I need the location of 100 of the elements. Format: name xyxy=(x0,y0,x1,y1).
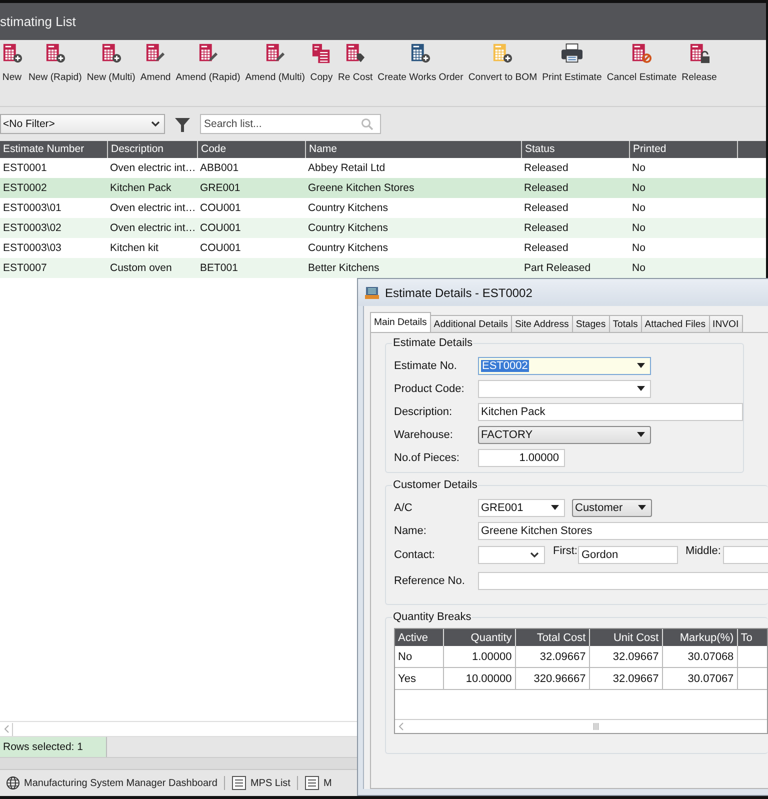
table-cell-text: Kitchen kit xyxy=(109,242,160,254)
table-cell: 32.09667 xyxy=(590,646,663,667)
table-row[interactable]: EST0003\03 Kitchen kit COU001 Country Kitchens Released No xyxy=(0,238,766,258)
taskbar-tab[interactable]: MPS List xyxy=(232,776,298,790)
table-cell: 320.96667 xyxy=(516,668,590,689)
taskbar-tab[interactable]: Manufacturing System Manager Dashboard xyxy=(6,776,226,790)
table-cell-text: Released xyxy=(523,242,570,254)
table-row[interactable]: EST0007 Custom oven BET001 Better Kitchens Part Released No xyxy=(0,258,766,278)
table-cell-text: Oven electric int… xyxy=(109,202,197,214)
dialog-title: Estimate Details - EST0002 xyxy=(385,286,532,300)
combo-box[interactable] xyxy=(478,546,545,564)
tab[interactable]: INVOI xyxy=(708,315,743,332)
table-cell: Yes xyxy=(395,668,444,689)
table-row[interactable]: EST0003\02 Oven electric int… COU001 Country Kitchens Released No xyxy=(0,218,766,238)
table-cell-text: GRE001 xyxy=(199,182,242,194)
toolbar-button[interactable]: Print Estimate xyxy=(540,40,604,83)
sheet-pencil-icon xyxy=(196,43,220,64)
table-row[interactable]: EST0003\01 Oven electric int… COU001 Country Kitchens Released No xyxy=(0,198,766,218)
input-field[interactable] xyxy=(722,546,768,564)
tab[interactable]: Stages xyxy=(572,315,610,332)
table-cell: No xyxy=(395,646,444,667)
table-cell-text: COU001 xyxy=(199,222,242,234)
scroll-left-icon[interactable] xyxy=(4,725,8,733)
input-field[interactable]: 1.00000 xyxy=(478,448,565,466)
toolbar-button[interactable]: Amend xyxy=(138,40,174,83)
field-label: First: xyxy=(553,545,578,557)
toolbar-button[interactable]: Create Works Order xyxy=(375,40,466,83)
table-row[interactable]: EST0001 Oven electric int… ABB001 Abbey Retail Ltd Released No xyxy=(0,158,766,178)
dropdown[interactable]: FACTORY xyxy=(478,426,651,444)
toolbar-button[interactable]: New (Rapid) xyxy=(26,40,84,83)
sheet-plus-icon xyxy=(408,43,432,64)
field-label: Contact: xyxy=(394,548,436,560)
column-header[interactable]: Code xyxy=(197,141,305,158)
tab[interactable]: Totals xyxy=(608,315,642,332)
column-header[interactable]: Total Cost xyxy=(516,629,590,646)
table-cell-text: Released xyxy=(523,222,570,234)
sheet-plus-icon xyxy=(491,43,514,64)
combo-box[interactable]: EST0002 xyxy=(478,356,651,374)
chevron-icon xyxy=(530,552,539,558)
column-header[interactable]: Printed xyxy=(629,141,737,158)
table-cell-text: EST0007 xyxy=(2,262,48,274)
filter-icon[interactable] xyxy=(175,116,190,132)
table-cell-text: Kitchen Pack xyxy=(109,182,172,194)
table-cell-text: EST0002 xyxy=(2,182,48,194)
table-cell-text: EST0001 xyxy=(2,162,48,174)
toolbar-button[interactable]: Re Cost xyxy=(336,40,376,83)
window-icon xyxy=(365,286,379,300)
column-header[interactable]: Description xyxy=(107,141,197,158)
toolbar-button[interactable]: New (Multi) xyxy=(84,40,138,83)
toolbar-button[interactable]: Amend (Multi) xyxy=(242,40,308,83)
column-header[interactable]: Name xyxy=(305,141,521,158)
table-cell: 10.00000 xyxy=(444,668,516,689)
tab[interactable]: Main Details xyxy=(370,312,431,332)
dropdown[interactable]: Customer xyxy=(572,498,652,516)
combo-box[interactable]: GRE001 xyxy=(478,498,565,516)
toolbar-button[interactable]: Release xyxy=(679,40,720,83)
filter-dropdown[interactable]: <No Filter> xyxy=(0,114,165,134)
field-label: Name: xyxy=(394,524,428,536)
toolbar-button[interactable]: Copy xyxy=(308,40,336,83)
table-cell-text: EST0003\01 xyxy=(2,202,62,214)
toolbar-button[interactable]: New xyxy=(0,40,26,83)
toolbar-button[interactable]: Amend (Rapid) xyxy=(173,40,243,83)
table-cell-text: Released xyxy=(523,202,570,214)
column-header[interactable]: Quantity xyxy=(444,629,516,646)
combo-box[interactable] xyxy=(478,380,651,398)
tab[interactable]: Attached Files xyxy=(640,315,710,332)
input-field[interactable]: Kitchen Pack xyxy=(478,402,743,420)
table-cell-text: No xyxy=(631,162,646,174)
column-header[interactable]: Active xyxy=(395,629,444,646)
input-field[interactable]: Gordon xyxy=(578,546,678,564)
table-cell-text: Released xyxy=(523,182,570,194)
sheet-plus-icon xyxy=(0,43,24,64)
tab[interactable]: Site Address xyxy=(510,315,573,332)
column-header[interactable]: Markup(%) xyxy=(662,629,738,646)
tab[interactable]: Additional Details xyxy=(430,315,512,332)
input-field[interactable]: Greene Kitchen Stores xyxy=(478,522,768,540)
toolbar-button[interactable]: Convert to BOM xyxy=(466,40,540,83)
table-cell-text: Country Kitchens xyxy=(307,202,389,214)
table-row[interactable]: EST0002 Kitchen Pack GRE001 Greene Kitchen Stores Released No xyxy=(0,178,766,198)
rows-selected-text: Rows selected: 1 xyxy=(3,741,83,753)
table-cell-text: ABB001 xyxy=(199,162,240,174)
table-cell-text: Abbey Retail Ltd xyxy=(307,162,386,174)
taskbar-tab[interactable]: M xyxy=(305,776,339,790)
sheet-lock-icon xyxy=(688,43,711,64)
scroll-grip-icon[interactable] xyxy=(593,723,599,730)
table-cell-text: COU001 xyxy=(199,202,242,214)
table-cell-text: No xyxy=(631,222,646,234)
table-cell-text: Custom oven xyxy=(109,262,173,274)
column-header[interactable]: Estimate Number xyxy=(0,141,107,158)
input-field[interactable] xyxy=(478,572,768,590)
field-label: Reference No. xyxy=(394,574,466,586)
table-cell-text: Country Kitchens xyxy=(307,222,389,234)
group-title: Quantity Breaks xyxy=(392,611,472,623)
search-field[interactable]: Search list... xyxy=(200,114,381,134)
table-cell-text: BET001 xyxy=(199,262,239,274)
column-header[interactable]: Unit Cost xyxy=(590,629,663,646)
column-header[interactable]: Status xyxy=(521,141,629,158)
chevron-icon xyxy=(151,121,160,127)
column-header[interactable]: To xyxy=(738,629,767,646)
toolbar-button[interactable]: Cancel Estimate xyxy=(604,40,680,83)
